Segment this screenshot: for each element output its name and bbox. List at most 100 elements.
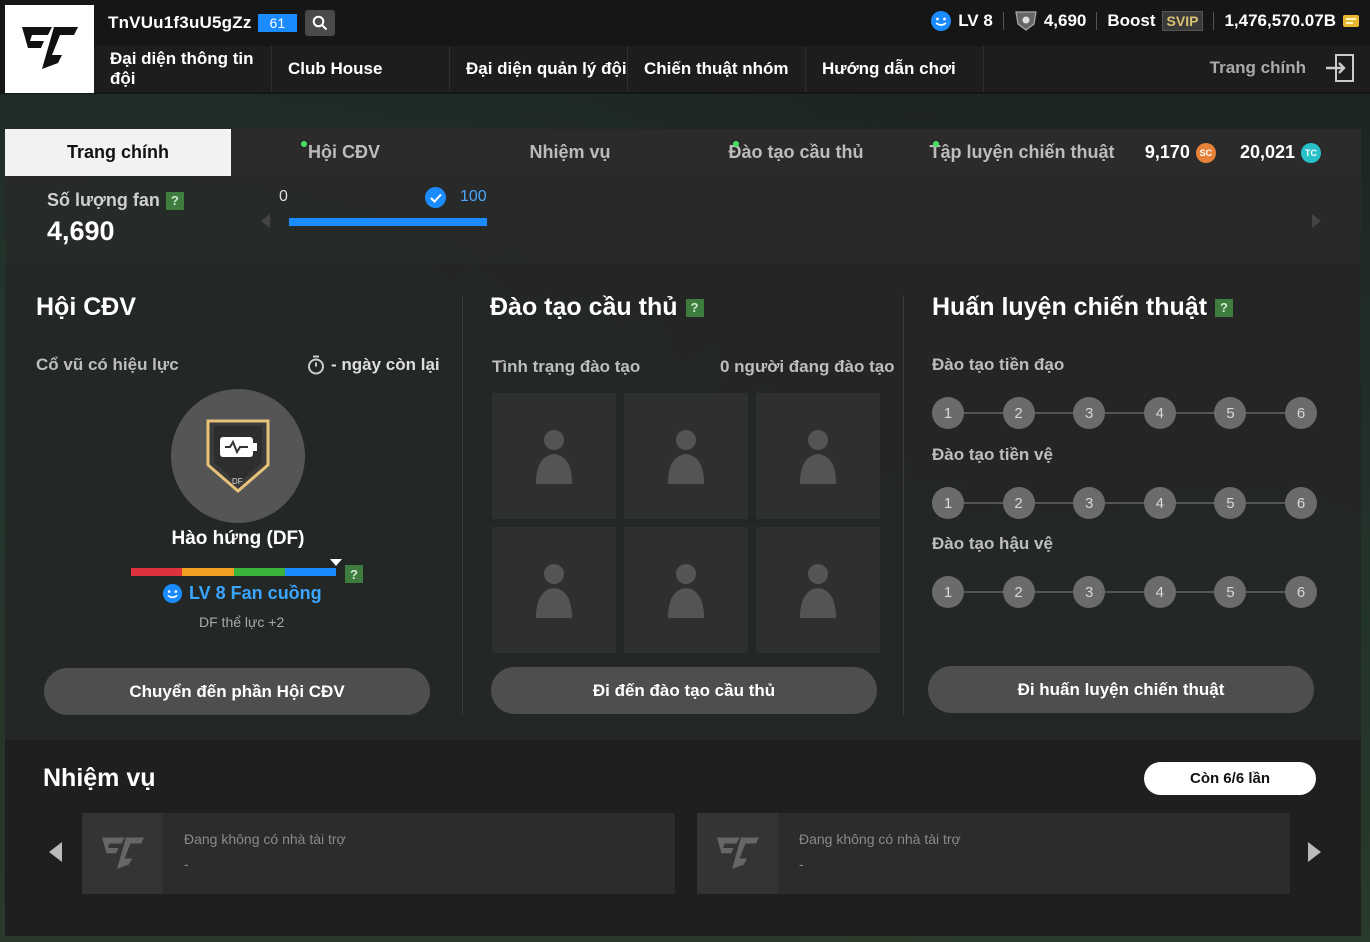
tactics-level-node[interactable]: 2 (1002, 397, 1035, 429)
sponsor-logo-icon (697, 813, 778, 894)
tab-tactics-practice[interactable]: Tập luyện chiến thuật (909, 129, 1135, 176)
tactics-row-label: Đào tạo tiền vệ (932, 445, 1053, 464)
notification-dot (301, 141, 307, 147)
mission-card[interactable]: Đang không có nhà tài trợ - (697, 813, 1290, 894)
level-badge: 61 (257, 14, 298, 32)
tactics-row-label: Đào tạo tiền đạo (932, 355, 1065, 374)
tactics-level-track: 1 2 3 4 5 6 (932, 487, 1322, 519)
tab-bar: Trang chính Hội CĐV Nhiệm vụ Đào tạo cầu… (5, 129, 1361, 176)
track-line (948, 502, 1306, 504)
header-stats: LV 8 4,690 Boost SVIP 1,476,570.07B (930, 10, 1360, 32)
tactics-level-track: 1 2 3 4 5 6 (932, 397, 1322, 429)
nav-home-label: Trang chính (1209, 58, 1306, 77)
missions-title: Nhiệm vụ (43, 764, 156, 792)
tactics-level-node[interactable]: 6 (1285, 487, 1317, 519)
tactics-level-node[interactable]: 5 (1214, 576, 1247, 608)
track-line (948, 412, 1306, 414)
tactics-level-track: 1 2 3 4 5 6 (932, 576, 1322, 608)
tactics-level-node[interactable]: 1 (932, 487, 964, 519)
arrow-right-icon[interactable] (1312, 214, 1321, 228)
tactics-level-node[interactable]: 5 (1214, 397, 1247, 429)
tactics-level-node[interactable]: 2 (1002, 576, 1035, 608)
tab-fan-club[interactable]: Hội CĐV (231, 129, 457, 176)
tab-label: Tập luyện chiến thuật (929, 142, 1115, 162)
fc-logo[interactable] (5, 5, 94, 93)
nav-club-house[interactable]: Club House (272, 46, 450, 92)
tactics-level-node[interactable]: 4 (1143, 487, 1176, 519)
tactics-level-node[interactable]: 6 (1285, 397, 1317, 429)
smiley-level-icon (931, 11, 952, 31)
tactics-row-label: Đào tạo hậu vệ (932, 534, 1053, 553)
progress-start-label: 0 (279, 188, 288, 205)
bp-balance: 1,476,570.07B (1224, 11, 1336, 30)
arrow-left-icon[interactable] (261, 214, 270, 228)
divider (1213, 12, 1215, 30)
main-nav: Đại diện thông tin đội Club House Đại di… (94, 46, 1370, 92)
go-to-tactics-button[interactable]: Đi huấn luyện chiến thuật (928, 666, 1314, 713)
nav-team-info[interactable]: Đại diện thông tin đội (94, 46, 272, 92)
main-panel: Hội CĐV Cổ vũ có hiệu lực - ngày còn lại… (5, 263, 1361, 740)
tactics-level-node[interactable]: 3 (1073, 487, 1106, 519)
tc-amount: 20,021 (1239, 142, 1295, 162)
tab-label: Hội CĐV (308, 142, 380, 162)
top-bar: TnVUu1f3uU5gZz 61 LV 8 4,690 Boost SVIP … (0, 0, 1370, 94)
tab-home[interactable]: Trang chính (5, 129, 231, 176)
sc-amount: 9,170 (1144, 142, 1190, 162)
mission-card-text: Đang không có nhà tài trợ (184, 831, 346, 847)
nav-team-manager[interactable]: Đại diện quản lý đội (450, 46, 628, 92)
notification-dot (933, 141, 939, 147)
tactics-level-node[interactable]: 2 (1002, 487, 1035, 519)
arrow-right-icon[interactable] (1308, 842, 1321, 862)
tab-label: Đào tạo cầu thủ (728, 142, 864, 162)
tactics-level-node[interactable]: 3 (1073, 576, 1106, 608)
mission-card-text: Đang không có nhà tài trợ (799, 831, 961, 847)
tab-player-training[interactable]: Đào tạo cầu thủ (683, 129, 909, 176)
tactics-level-node[interactable]: 4 (1143, 576, 1176, 608)
missions-panel: Nhiệm vụ Còn 6/6 lần Đang không có nhà t… (5, 740, 1361, 936)
help-icon[interactable]: ? (165, 191, 184, 210)
tab-label: Nhiệm vụ (529, 142, 611, 162)
bp-coin-icon (1343, 15, 1359, 27)
user-level: LV 8 (958, 11, 993, 30)
track-line (948, 591, 1306, 593)
arrow-left-icon[interactable] (49, 842, 62, 862)
nav-guide[interactable]: Hướng dẫn chơi (806, 46, 984, 92)
tactics-level-node[interactable]: 1 (932, 397, 964, 429)
fan-progress-fill (289, 218, 487, 226)
mission-card-sub: - (184, 856, 189, 872)
notification-dot (733, 141, 739, 147)
fan-count-value: 4,690 (47, 216, 115, 246)
mission-card[interactable]: Đang không có nhà tài trợ - (82, 813, 675, 894)
fan-count-label-group: Số lượng fan ? (47, 190, 184, 211)
tc-coin-icon: TC (1301, 142, 1321, 163)
fan-count: 4,690 (1043, 11, 1087, 30)
section-title-text: Huấn luyện chiến thuật (932, 293, 1208, 321)
tactics-level-node[interactable]: 6 (1285, 576, 1317, 608)
mission-card-sub: - (799, 856, 804, 872)
check-icon (425, 187, 446, 208)
fan-progress-panel: Số lượng fan ? 4,690 0 100 (5, 176, 1361, 263)
username: TnVUu1f3uU5gZz (108, 13, 252, 32)
fan-count-label: Số lượng fan (47, 190, 160, 210)
exit-icon (1326, 54, 1354, 82)
help-icon[interactable]: ? (1215, 298, 1234, 317)
nav-team-tactics[interactable]: Chiến thuật nhóm (628, 46, 806, 92)
tab-missions[interactable]: Nhiệm vụ (457, 129, 683, 176)
tab-label: Trang chính (66, 142, 169, 162)
fan-progress-bar (289, 218, 487, 226)
tactics-level-node[interactable]: 4 (1143, 397, 1176, 429)
tactics-level-node[interactable]: 1 (932, 576, 964, 608)
svip-badge[interactable]: SVIP (1161, 11, 1204, 31)
nav-home-group[interactable]: Trang chính (1210, 52, 1356, 84)
boost-label: Boost (1107, 11, 1156, 30)
tactics-level-node[interactable]: 3 (1073, 397, 1106, 429)
tactics-section: Huấn luyện chiến thuật ? Đào tạo tiền đạ… (5, 263, 1361, 740)
search-button[interactable] (305, 10, 336, 36)
missions-remaining-badge[interactable]: Còn 6/6 lần (1144, 762, 1316, 795)
tactics-level-node[interactable]: 5 (1214, 487, 1247, 519)
divider (1096, 12, 1098, 30)
section-title: Huấn luyện chiến thuật ? (932, 293, 1234, 322)
progress-end-label: 100 (460, 188, 487, 205)
fc-logo-icon (21, 27, 78, 69)
currency-display: 9,170 SC 20,021 TC (1145, 129, 1321, 176)
